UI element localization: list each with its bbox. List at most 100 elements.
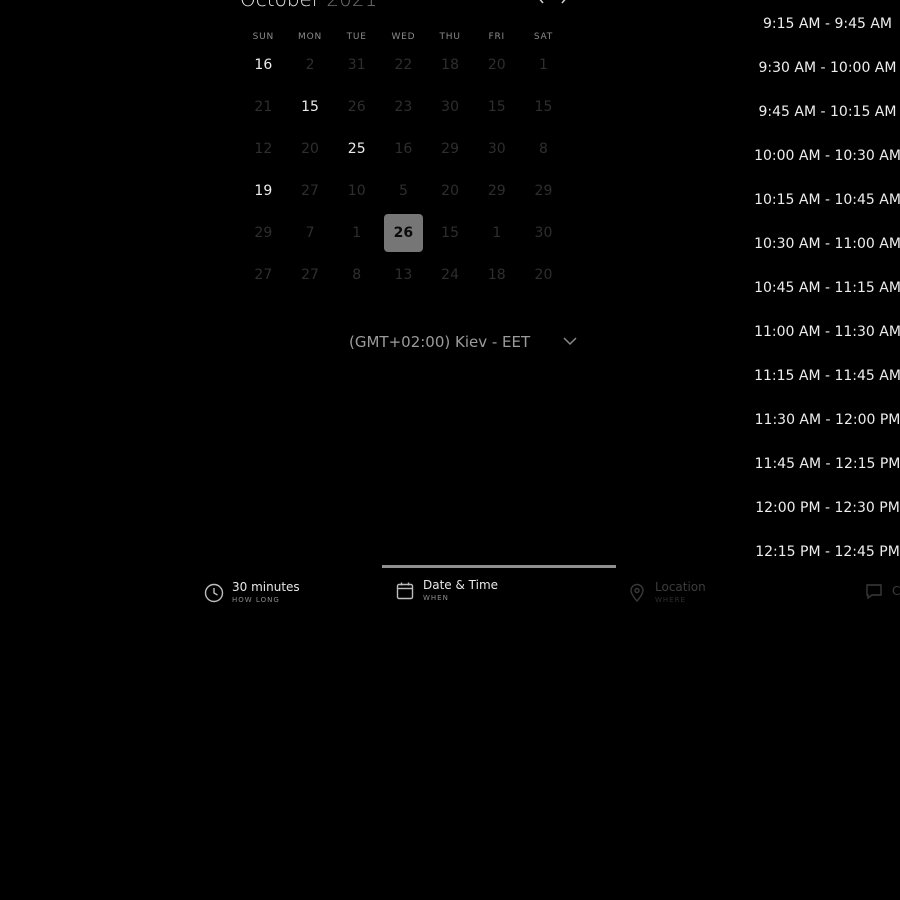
weekday-label: FRI bbox=[488, 32, 506, 42]
calendar-day-disabled: 1 bbox=[520, 44, 567, 86]
calendar-day-available[interactable]: 15 bbox=[287, 86, 334, 128]
calendar-day-disabled: 22 bbox=[380, 44, 427, 86]
day-number: 27 bbox=[301, 267, 319, 283]
timezone-select[interactable]: (GMT+02:00) Kiev - EET bbox=[340, 330, 585, 354]
calendar-day-disabled: 2 bbox=[287, 44, 334, 86]
time-slot-button[interactable]: 11:45 AM - 12:15 PM bbox=[755, 442, 900, 486]
day-number: 1 bbox=[352, 225, 362, 241]
calendar-day-disabled: 13 bbox=[380, 254, 427, 296]
time-slot-button[interactable]: 11:30 AM - 12:00 PM bbox=[755, 398, 900, 442]
calendar-day-disabled: 15 bbox=[520, 86, 567, 128]
day-number: 15 bbox=[534, 99, 553, 115]
time-slot-button[interactable]: 10:00 AM - 10:30 AM bbox=[754, 134, 900, 178]
weekday-label: SAT bbox=[533, 32, 554, 42]
calendar-day-disabled: 31 bbox=[333, 44, 380, 86]
day-number: 15 bbox=[301, 99, 319, 115]
day-number: 20 bbox=[534, 267, 553, 283]
calendar-day-disabled: 1 bbox=[473, 212, 520, 254]
calendar-day-available[interactable]: 25 bbox=[333, 128, 380, 170]
day-number: 29 bbox=[441, 141, 459, 157]
weekday-header-row: SUN MON TUE WED THU FRI SAT bbox=[240, 32, 567, 42]
time-slot-button[interactable]: 11:00 AM - 11:30 AM bbox=[754, 310, 900, 354]
day-number: 10 bbox=[347, 183, 366, 199]
calendar-day-available[interactable]: 16 bbox=[240, 44, 287, 86]
day-number: 16 bbox=[254, 57, 273, 73]
time-slot-button[interactable]: 10:15 AM - 10:45 AM bbox=[754, 178, 900, 222]
month-label: October bbox=[240, 0, 320, 11]
calendar-day-disabled: 27 bbox=[287, 170, 334, 212]
calendar-day-disabled: 27 bbox=[287, 254, 334, 296]
day-number: 30 bbox=[487, 141, 506, 157]
time-slot-button[interactable]: 9:15 AM - 9:45 AM bbox=[755, 2, 900, 46]
step-duration[interactable]: 30 minutes HOW LONG bbox=[203, 580, 300, 606]
next-month-button[interactable] bbox=[555, 0, 573, 6]
step-location-subtitle: WHERE bbox=[655, 596, 686, 604]
step-confirm[interactable]: C bbox=[863, 580, 900, 602]
day-number: 23 bbox=[394, 99, 413, 115]
step-duration-title: 30 minutes bbox=[232, 580, 300, 594]
calendar-day-disabled: 30 bbox=[427, 86, 474, 128]
prev-month-button[interactable] bbox=[532, 0, 550, 6]
day-number: 5 bbox=[398, 183, 408, 199]
day-number: 1 bbox=[539, 57, 548, 73]
calendar-month-title: October 2021 bbox=[240, 0, 377, 12]
day-number: 21 bbox=[254, 99, 273, 115]
day-number: 12 bbox=[254, 141, 273, 157]
step-location[interactable]: Location WHERE bbox=[626, 580, 706, 606]
calendar-day-disabled: 15 bbox=[473, 86, 520, 128]
step-confirm-title: C bbox=[892, 584, 900, 598]
day-number: 19 bbox=[254, 183, 273, 199]
day-number: 15 bbox=[441, 225, 459, 241]
calendar-day-disabled: 29 bbox=[473, 170, 520, 212]
time-slot-button[interactable]: 10:45 AM - 11:15 AM bbox=[754, 266, 900, 310]
booking-steps: 30 minutes HOW LONG Date & Time WHEN Loc bbox=[0, 578, 900, 610]
time-slot-button[interactable]: 12:15 PM - 12:45 PM bbox=[755, 530, 900, 574]
active-step-indicator bbox=[382, 565, 616, 568]
time-slot-button[interactable]: 11:15 AM - 11:45 AM bbox=[754, 354, 900, 398]
day-number: 29 bbox=[487, 183, 506, 199]
year-label: 2021 bbox=[326, 0, 377, 11]
day-number: 20 bbox=[441, 183, 459, 199]
day-number: 26 bbox=[347, 99, 366, 115]
calendar-day-disabled: 26 bbox=[333, 86, 380, 128]
calendar-day-available[interactable]: 19 bbox=[240, 170, 287, 212]
time-slot-button[interactable]: 9:30 AM - 10:00 AM bbox=[755, 46, 900, 90]
calendar-day-disabled: 23 bbox=[380, 86, 427, 128]
time-slot-button[interactable]: 9:45 AM - 10:15 AM bbox=[755, 90, 900, 134]
clock-icon bbox=[203, 582, 225, 604]
day-number: 25 bbox=[347, 141, 366, 157]
calendar-day-disabled: 16 bbox=[380, 128, 427, 170]
calendar-day-disabled: 30 bbox=[520, 212, 567, 254]
day-number: 30 bbox=[441, 99, 459, 115]
day-number: 20 bbox=[487, 57, 506, 73]
weekday-label: TUE bbox=[346, 32, 367, 42]
map-pin-icon bbox=[626, 582, 648, 604]
chevron-right-icon bbox=[561, 0, 566, 4]
chevron-down-icon bbox=[563, 337, 577, 346]
day-number: 24 bbox=[441, 267, 459, 283]
calendar-day-disabled: 21 bbox=[240, 86, 287, 128]
calendar-day-selected[interactable]: 26 bbox=[380, 212, 427, 254]
day-number: 13 bbox=[394, 267, 413, 283]
message-icon bbox=[863, 580, 885, 602]
calendar-day-grid: 16 2 31 22 18 20 1 21 15 26 23 30 15 15 12 20 25 16 29 30 8 1… bbox=[240, 44, 567, 296]
calendar-day-disabled: 20 bbox=[287, 128, 334, 170]
calendar-day-disabled: 12 bbox=[240, 128, 287, 170]
calendar-day-disabled: 20 bbox=[427, 170, 474, 212]
calendar-day-disabled: 29 bbox=[240, 212, 287, 254]
calendar-icon bbox=[394, 580, 416, 602]
day-number: 8 bbox=[352, 267, 362, 283]
timezone-label: (GMT+02:00) Kiev - EET bbox=[349, 333, 531, 351]
calendar-day-disabled: 29 bbox=[520, 170, 567, 212]
calendar-day-disabled: 1 bbox=[333, 212, 380, 254]
calendar-day-disabled: 20 bbox=[520, 254, 567, 296]
day-number: 27 bbox=[301, 183, 319, 199]
calendar-day-disabled: 27 bbox=[240, 254, 287, 296]
day-number: 27 bbox=[254, 267, 273, 283]
time-slot-button[interactable]: 12:00 PM - 12:30 PM bbox=[755, 486, 900, 530]
day-number: 2 bbox=[305, 57, 315, 73]
time-slot-button[interactable]: 10:30 AM - 11:00 AM bbox=[754, 222, 900, 266]
calendar-day-disabled: 30 bbox=[473, 128, 520, 170]
day-number: 7 bbox=[305, 225, 315, 241]
step-datetime[interactable]: Date & Time WHEN bbox=[394, 578, 498, 604]
